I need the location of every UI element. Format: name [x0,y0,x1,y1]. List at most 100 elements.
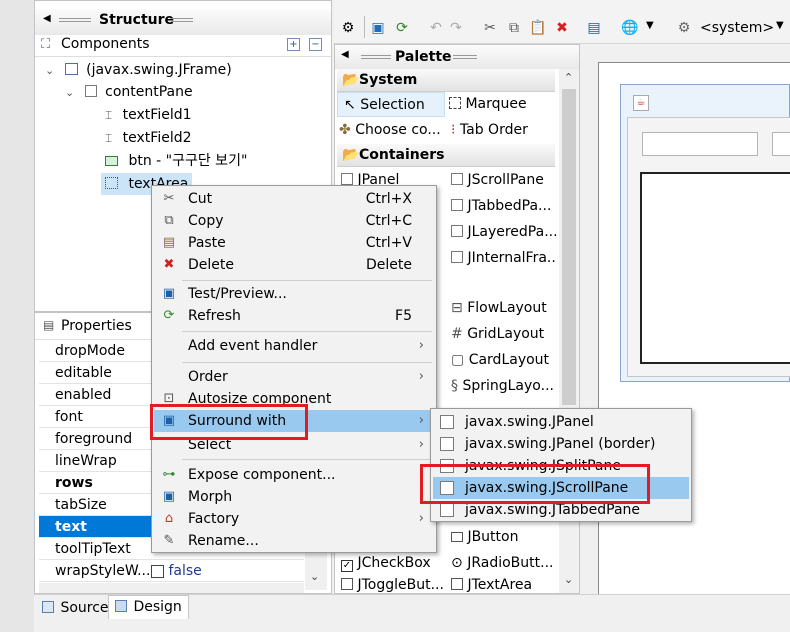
menu-item-test-preview[interactable]: ▣ Test/Preview... [154,283,434,305]
menu-item-surround-with[interactable]: ▣ Surround with › [154,410,434,432]
system-combo[interactable]: <system> [700,20,774,36]
property-value[interactable]: false [151,560,202,582]
palette-jtabbedpane[interactable]: JTabbedPa... [451,194,557,219]
property-row-wrapstyleword[interactable]: wrapStyleW... false [39,560,304,582]
scroll-down-icon[interactable]: ⌄ [310,570,319,583]
menu-item-morph[interactable]: ▣ Morph › [154,486,434,508]
copy-icon[interactable]: ⧉ [504,18,524,38]
submenu-item-jtabbedpane[interactable]: javax.swing.JTabbedPane [433,499,689,521]
palette-jscrollpane[interactable]: JScrollPane [451,168,557,193]
tree-item-textfield1[interactable]: ⌶ textField1 [105,104,192,126]
form-icon[interactable]: ▣ [368,18,388,38]
palette-cardlayout[interactable]: ▢ CardLayout [451,348,557,373]
menu-label: Copy [188,213,224,229]
submenu-item-jpanel-border[interactable]: javax.swing.JPanel (border) [433,433,689,455]
test-icon: ▣ [162,286,176,301]
delete-icon[interactable]: ✖ [552,18,572,38]
test-icon[interactable]: ⚙ [338,18,358,38]
chevron-down-icon[interactable]: ▼ [776,20,784,31]
menu-label: Cut [188,191,213,207]
choose-icon: ✤ [339,122,351,138]
menu-item-refresh[interactable]: ⟳ Refresh F5 [154,305,434,327]
collapse-left-icon[interactable]: ◀ [43,13,51,24]
cut-icon[interactable]: ✂ [480,18,500,38]
submenu-item-jscrollpane[interactable]: javax.swing.JScrollPane [433,477,689,499]
menu-label: Morph [188,489,233,505]
palette-choose-component[interactable]: ✤ Choose co... [339,118,447,143]
button-icon [451,532,463,542]
surround-with-submenu: javax.swing.JPanel javax.swing.JPanel (b… [430,408,692,522]
textarea-preview[interactable] [640,172,790,364]
design-tab[interactable]: Design [108,595,189,619]
menu-item-cut[interactable]: ✂ Cut Ctrl+X [154,188,434,210]
textfield1-preview[interactable] [642,132,758,156]
palette-jradiobutton[interactable]: ⊙ JRadioButt... [451,551,557,576]
refresh-icon[interactable]: ⟳ [392,18,412,38]
palette-jtextarea[interactable]: JTextArea [451,577,557,593]
property-name: toolTipText [55,541,131,557]
menu-item-rename[interactable]: ✎ Rename... [154,530,434,552]
palette-label: JTabbedPa... [467,198,552,214]
palette-jinternalframe[interactable]: JInternalFra... [451,246,557,271]
submenu-arrow-icon: › [418,369,424,384]
menu-item-delete[interactable]: ✖ Delete Delete [154,254,434,276]
layeredpane-icon [451,225,463,237]
menu-label: Test/Preview... [188,286,287,302]
menu-item-add-event-handler[interactable]: Add event handler › [154,335,434,357]
palette-category-containers[interactable]: 📂 Containers [337,144,555,167]
tree-item-contentpane[interactable]: ⌄ contentPane [65,81,193,103]
palette-category-system[interactable]: 📂 System [337,69,555,92]
tree-item-jframe[interactable]: ⌄ (javax.swing.JFrame) [45,59,232,81]
palette-jtogglebutton[interactable]: JToggleBut... [341,577,445,593]
property-name: tabSize [55,497,107,513]
palette-label: JLayeredPa... [467,224,557,240]
palette-jbutton[interactable]: JButton [451,525,557,550]
properties-hscroll[interactable] [39,583,304,593]
palette-selection[interactable]: ↖ Selection [337,92,445,117]
collapse-left-icon[interactable]: ◀ [341,49,349,60]
palette-flowlayout[interactable]: ⊟ FlowLayout [451,296,557,321]
menu-item-select[interactable]: Select › [154,434,434,456]
undo-icon[interactable]: ↶ [426,18,446,38]
surround-icon: ▣ [162,413,176,428]
components-icon: ⛶ [41,37,51,52]
checkbox-icon: ✓ [341,560,353,572]
palette-marquee[interactable]: Marquee [449,92,557,117]
palette-jcheckbox[interactable]: ✓ JCheckBox [341,551,445,576]
palette-springlayout[interactable]: § SpringLayo... [451,374,557,399]
submenu-arrow-icon: › [418,511,424,526]
lookandfeel-icon[interactable]: ⚙ [674,18,694,38]
submenu-item-jpanel[interactable]: javax.swing.JPanel [433,411,689,433]
jframe-preview[interactable]: ☕ [620,84,790,382]
submenu-arrow-icon: › [418,413,424,428]
frame-icon [64,63,78,75]
menu-item-autosize[interactable]: ⊡ Autosize component [154,388,434,410]
menu-item-expose[interactable]: ⊶ Expose component... [154,464,434,486]
scroll-down-icon[interactable]: ⌄ [564,573,573,586]
factory-icon: ⌂ [164,511,174,526]
scroll-thumb[interactable] [562,89,576,405]
tree-item-btn[interactable]: btn - "구구단 보기" [105,150,247,172]
globe-icon[interactable]: 🌐 [620,18,640,38]
paste-icon[interactable]: 📋 [528,18,548,38]
source-tab[interactable]: Source [38,597,113,619]
palette-label: Marquee [465,96,527,112]
chevron-down-icon[interactable]: ▼ [646,20,654,31]
palette-label: JTextArea [467,577,533,593]
menu-item-order[interactable]: Order › [154,366,434,388]
components-header: ⛶ Components + − [35,35,331,57]
menu-item-copy[interactable]: ⧉ Copy Ctrl+C [154,210,434,232]
properties-icon[interactable]: ▤ [584,18,604,38]
expand-all-icon[interactable]: + [287,38,300,51]
menu-item-factory[interactable]: ⌂ Factory › [154,508,434,530]
palette-jlayeredpane[interactable]: JLayeredPa... [451,220,557,245]
palette-tab-order[interactable]: ⁝ Tab Order [451,118,559,143]
tree-item-textfield2[interactable]: ⌶ textField2 [105,127,192,149]
textfield2-preview[interactable] [772,132,790,156]
redo-icon[interactable]: ↷ [446,18,466,38]
collapse-all-icon[interactable]: − [309,38,322,51]
palette-gridlayout[interactable]: # GridLayout [451,322,557,347]
scroll-up-icon[interactable]: ⌃ [564,71,573,84]
submenu-item-jsplitpane[interactable]: javax.swing.JSplitPane [433,455,689,477]
menu-item-paste[interactable]: ▤ Paste Ctrl+V [154,232,434,254]
